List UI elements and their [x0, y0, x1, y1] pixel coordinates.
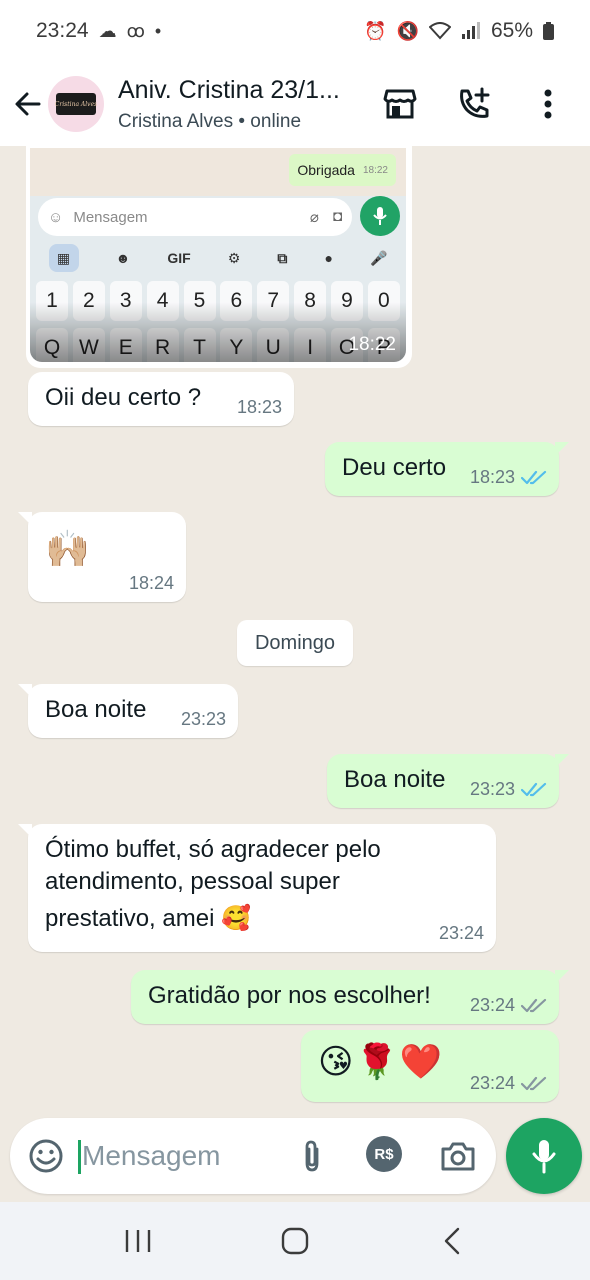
arrow-left-icon [15, 92, 41, 116]
notification-dot-icon: • [154, 20, 162, 41]
message-bubble-out[interactable]: 😘🌹❤️ 23:24 [301, 1030, 559, 1102]
image-translate-icon: ⧉ [277, 249, 288, 266]
message-time: 23:24 [469, 1073, 515, 1093]
image-chat-area: Obrigada 18:22 [30, 148, 406, 196]
message-text-line: Ótimo buffet, só agradecer pelo [45, 836, 381, 863]
emoji-icon [29, 1139, 63, 1173]
chat-subtitle: Cristina Alves • online [118, 110, 302, 132]
read-ticks-icon [521, 782, 547, 797]
delivered-ticks-icon [521, 998, 547, 1013]
wifi-icon [428, 22, 451, 40]
message-bubble-out[interactable]: Gratidão por nos escolher! 23:24 [131, 970, 569, 1024]
message-text-line: prestativo, amei 🥰 [45, 905, 251, 932]
message-text: Boa noite [45, 696, 147, 723]
system-back-button[interactable] [422, 1211, 482, 1271]
chevron-left-icon [444, 1227, 459, 1255]
message-emoji: 🙌🏼 [45, 529, 90, 570]
avatar[interactable]: Cristina Alves [48, 76, 104, 132]
message-text: Gratidão por nos escolher! [148, 982, 431, 1009]
image-apps-icon: ▦ [48, 244, 79, 272]
image-obrigada-bubble: Obrigada 18:22 [289, 154, 396, 186]
emoji-button[interactable] [22, 1132, 70, 1180]
image-emoji-icon: ☺ [48, 208, 64, 226]
kebab-menu-icon [544, 89, 552, 119]
camera-button[interactable] [434, 1132, 482, 1180]
message-bubble-in[interactable]: 🙌🏼 18:24 [18, 512, 186, 602]
image-camera-icon: ◘ [332, 208, 342, 225]
voicemail-icon: ꝏ [126, 20, 145, 41]
recents-icon [126, 1230, 151, 1252]
catalog-button[interactable] [374, 78, 426, 130]
attach-button[interactable] [290, 1132, 334, 1180]
message-bubble-out[interactable]: Deu certo 18:23 [325, 442, 569, 496]
voice-record-button[interactable] [506, 1118, 582, 1194]
battery-icon [543, 22, 554, 40]
home-button[interactable] [265, 1211, 325, 1271]
signal-icon [461, 22, 480, 39]
back-button[interactable] [2, 78, 54, 130]
message-bubble-in[interactable]: Ótimo buffet, só agradecer pelo atendime… [18, 824, 496, 952]
avatar-logo: Cristina Alves [55, 93, 97, 115]
chat-header: Cristina Alves Aniv. Cristina 23/1... Cr… [0, 62, 590, 146]
message-time: 18:23 [236, 397, 282, 417]
message-text: Oii deu certo ? [45, 384, 202, 411]
message-time-wrap: 23:24 [470, 1073, 547, 1094]
message-bubble-in[interactable]: Oii deu certo ? 18:23 [28, 372, 294, 426]
chat-title: Aniv. Cristina 23/1... [118, 75, 340, 104]
message-text: Deu certo [342, 454, 447, 481]
cloud-icon: ☁ [98, 20, 117, 41]
text-cursor [78, 1140, 81, 1174]
message-time-wrap: 23:24 [470, 995, 547, 1016]
image-mic-icon [360, 196, 400, 236]
message-input[interactable]: Mensagem [82, 1140, 221, 1172]
message-bubble-in[interactable]: Boa noite 23:23 [18, 684, 238, 738]
message-composer: Mensagem R$ [10, 1118, 496, 1194]
chat-info[interactable]: Aniv. Cristina 23/1... Cristina Alves • … [118, 76, 368, 133]
message-time: 23:23 [469, 779, 515, 799]
alarm-icon: ⏰ [364, 20, 387, 41]
message-text: Boa noite [344, 766, 446, 793]
status-time: 23:24 [36, 19, 89, 42]
read-ticks-icon [521, 470, 547, 485]
image-content: Obrigada 18:22 ☺ Mensagem ⌀ ◘ ▦ ☻ GIF ⚙ ⧉… [30, 148, 406, 362]
message-bubble-out[interactable]: Boa noite 23:23 [327, 754, 569, 808]
storefront-icon [383, 89, 417, 119]
payment-button[interactable]: R$ [366, 1136, 402, 1172]
home-icon [281, 1227, 309, 1255]
message-time: 18:24 [128, 573, 174, 593]
image-message-time: 18:22 [348, 334, 396, 355]
paperclip-icon [305, 1140, 319, 1172]
message-text-line: atendimento, pessoal super [45, 868, 340, 895]
image-message-input: ☺ Mensagem ⌀ ◘ [38, 198, 352, 236]
recent-apps-button[interactable] [108, 1211, 168, 1271]
image-clip-icon: ⌀ [309, 209, 319, 226]
more-options-button[interactable] [522, 78, 574, 130]
message-time-wrap: 23:23 [470, 779, 547, 800]
mute-icon: 🔇 [396, 20, 419, 41]
image-gif-label: GIF [167, 250, 191, 266]
image-sticker-icon: ☻ [115, 250, 131, 266]
message-time: 18:23 [469, 467, 515, 487]
image-keyboard-toolbar: ▦ ☻ GIF ⚙ ⧉ ● 🎤 [30, 240, 406, 276]
message-time: 23:24 [438, 923, 484, 943]
status-bar: 23:24 ☁ ꝏ • ⏰ 🔇 65% [0, 0, 590, 62]
message-emoji: 😘🌹❤️ [318, 1042, 445, 1082]
image-settings-icon: ⚙ [227, 249, 241, 266]
image-voice-icon: 🎤 [370, 249, 388, 266]
image-message[interactable]: Obrigada 18:22 ☺ Mensagem ⌀ ◘ ▦ ☻ GIF ⚙ ⧉… [26, 144, 412, 368]
camera-icon [441, 1142, 475, 1171]
message-time: 23:24 [469, 995, 515, 1015]
microphone-icon [532, 1140, 556, 1174]
system-nav-bar [0, 1202, 590, 1280]
date-separator: Domingo [237, 620, 353, 666]
add-call-button[interactable] [448, 78, 500, 130]
phone-plus-icon [460, 87, 490, 118]
image-palette-icon: ● [324, 250, 333, 266]
message-time: 23:23 [180, 709, 226, 729]
battery-percent: 65% [490, 19, 533, 42]
message-time-wrap: 18:23 [470, 467, 547, 488]
delivered-ticks-icon [521, 1076, 547, 1091]
